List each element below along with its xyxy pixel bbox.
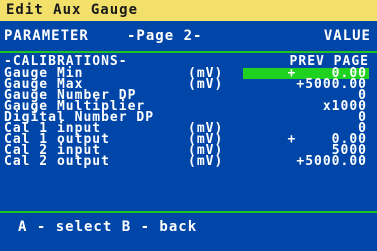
parameter-value[interactable]: x1000 bbox=[243, 100, 369, 113]
parameter-row-cal-2-output[interactable]: Cal 2 output (mV) +5000.00 bbox=[0, 154, 377, 169]
footer-divider bbox=[0, 211, 377, 213]
parameter-value[interactable]: +5000.00 bbox=[243, 155, 369, 168]
header-divider bbox=[0, 51, 377, 53]
gauge-editor-screen: Edit Aux Gauge PARAMETER -Page 2- VALUE … bbox=[0, 0, 377, 251]
table-header: PARAMETER -Page 2- VALUE bbox=[0, 21, 377, 51]
parameter-column-header: PARAMETER bbox=[4, 28, 89, 44]
parameter-unit: (mV) bbox=[188, 77, 224, 92]
parameter-label: Cal 2 output bbox=[4, 154, 110, 169]
page-indicator: -Page 2- bbox=[127, 28, 203, 44]
value-column-header: VALUE bbox=[323, 28, 371, 44]
key-hints: A - select B - back bbox=[18, 219, 198, 235]
parameter-list: Gauge Min (mV) + 0.00 Gauge Max (mV) +50… bbox=[0, 67, 377, 169]
parameter-value[interactable]: +5000.00 bbox=[243, 78, 369, 91]
parameter-unit: (mV) bbox=[188, 154, 224, 169]
window-title: Edit Aux Gauge bbox=[0, 0, 377, 21]
parameter-value[interactable]: 0 bbox=[243, 111, 369, 124]
